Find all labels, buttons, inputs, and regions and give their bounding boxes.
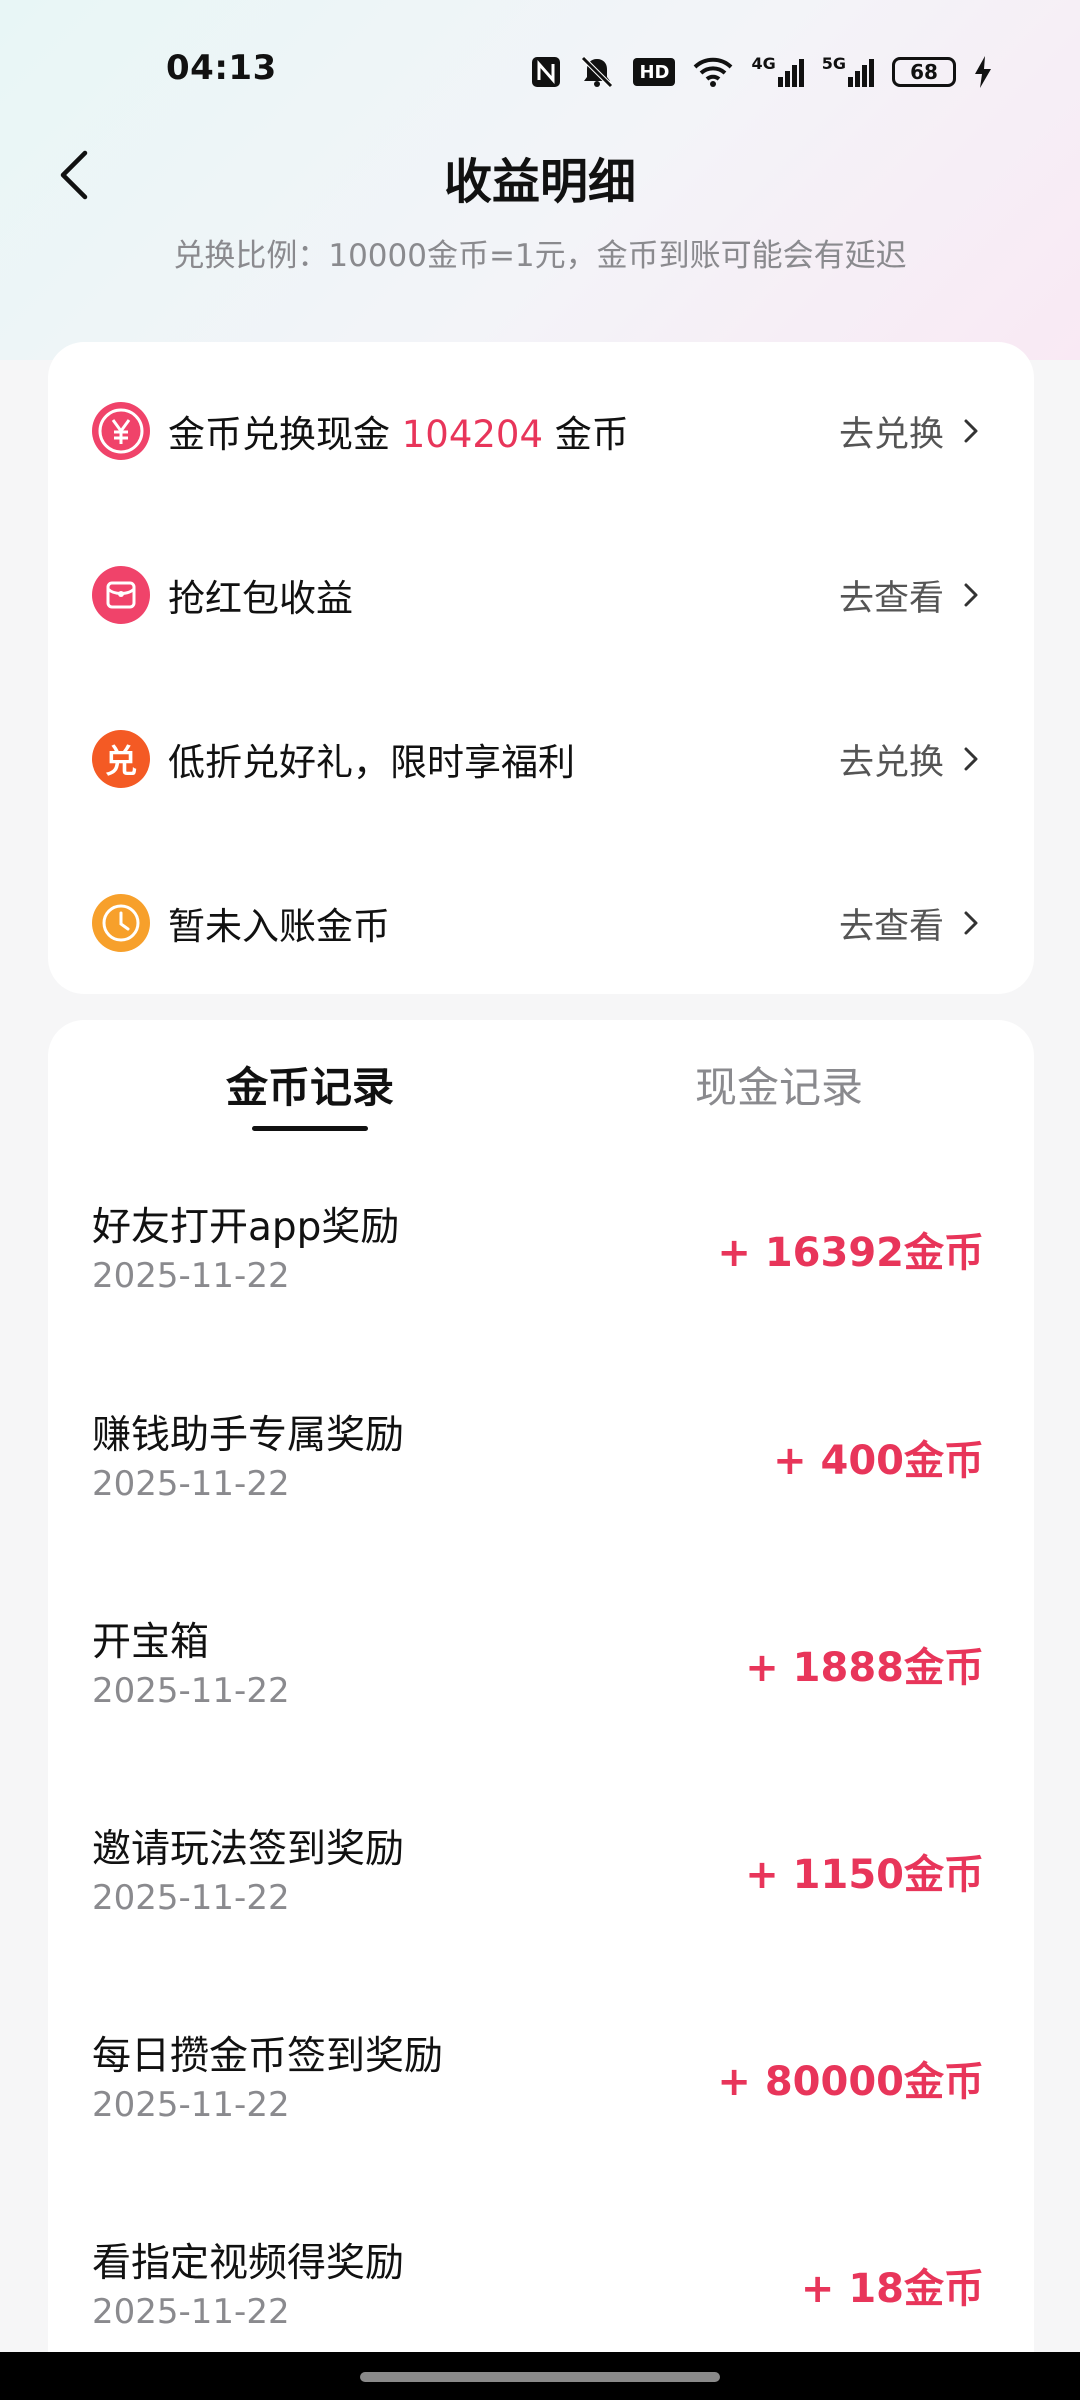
record-amount: + 80000金币 xyxy=(717,2059,984,2105)
page-title: 收益明细 xyxy=(443,154,636,210)
record-date: 2025-11-22 xyxy=(92,1671,290,1711)
page-header: 收益明细 兑换比例：10000金币=1元，金币到账可能会有延迟 xyxy=(0,130,1080,274)
tab-coin-records[interactable]: 金币记录 xyxy=(48,1048,572,1128)
coin-balance: 104204 xyxy=(401,413,544,456)
coin-exchange-suffix: 金币 xyxy=(543,413,629,456)
go-view-pending-link[interactable]: 去查看 xyxy=(839,898,984,949)
clock-icon xyxy=(92,894,150,952)
exchange-rate-note: 兑换比例：10000金币=1元，金币到账可能会有延迟 xyxy=(173,238,907,274)
active-tab-indicator xyxy=(252,1126,368,1131)
menu-label-pending-coins: 暂未入账金币 xyxy=(168,905,390,948)
earnings-menu-card: 金币兑换现金 104204 金币 去兑换 抢红包收益 去查看 兑 低折兑好礼，限… xyxy=(48,342,1034,994)
tab-cash-records[interactable]: 现金记录 xyxy=(572,1048,986,1128)
record-row: 每日攒金币签到奖励 2025-11-22 + 80000金币 xyxy=(48,1991,1034,2199)
coin-exchange-prefix: 金币兑换现金 xyxy=(168,413,402,456)
record-row: 看指定视频得奖励 2025-11-22 + 18金币 xyxy=(48,2198,1034,2360)
nfc-icon xyxy=(531,54,561,90)
record-title: 开宝箱 xyxy=(92,1620,210,1665)
chevron-right-icon xyxy=(964,747,978,771)
battery-indicator: 68 xyxy=(892,54,956,90)
exchange-badge-glyph: 兑 xyxy=(104,742,137,780)
records-card: 金币记录 现金记录 好友打开app奖励 2025-11-22 + 16392金币… xyxy=(48,1020,1034,2360)
record-row: 邀请玩法签到奖励 2025-11-22 + 1150金币 xyxy=(48,1784,1034,1992)
go-view-link[interactable]: 去查看 xyxy=(839,570,984,621)
menu-action-label: 去查看 xyxy=(838,906,944,947)
record-amount: + 16392金币 xyxy=(717,1230,984,1276)
record-amount: + 18金币 xyxy=(800,2266,984,2312)
record-row: 好友打开app奖励 2025-11-22 + 16392金币 xyxy=(48,1162,1034,1370)
go-exchange-link[interactable]: 去兑换 xyxy=(839,406,984,457)
chevron-right-icon xyxy=(964,583,978,607)
signal-5g-icon: 5G xyxy=(822,54,874,90)
exchange-badge-icon: 兑 xyxy=(92,730,150,788)
system-nav-bar xyxy=(0,2352,1080,2400)
menu-action-label: 去兑换 xyxy=(838,742,944,783)
record-date: 2025-11-22 xyxy=(92,1464,290,1504)
record-amount: + 1888金币 xyxy=(745,1645,984,1691)
record-amount: + 1150金币 xyxy=(745,1852,984,1898)
menu-label-discount-gifts: 低折兑好礼，限时享福利 xyxy=(168,741,575,784)
record-row: 赚钱助手专属奖励 2025-11-22 + 400金币 xyxy=(48,1370,1034,1578)
record-title: 看指定视频得奖励 xyxy=(92,2241,405,2286)
record-date: 2025-11-22 xyxy=(92,1256,290,1296)
signal-5g-label: 5G xyxy=(821,54,846,73)
yen-coin-icon xyxy=(92,402,150,460)
record-title: 好友打开app奖励 xyxy=(92,1205,400,1250)
charging-icon xyxy=(974,54,992,90)
go-exchange-gifts-link[interactable]: 去兑换 xyxy=(839,734,984,785)
wifi-icon xyxy=(693,54,733,90)
record-title: 每日攒金币签到奖励 xyxy=(92,2034,444,2079)
record-date: 2025-11-22 xyxy=(92,2292,290,2332)
menu-item-pending-coins[interactable]: 暂未入账金币 去查看 xyxy=(48,848,1034,998)
status-icons: HD 4G 5G 68 xyxy=(531,52,992,92)
hd-voice-icon: HD xyxy=(633,58,676,86)
record-title: 邀请玩法签到奖励 xyxy=(92,1827,405,1872)
signal-4g-icon: 4G xyxy=(751,54,804,90)
record-amount: + 400金币 xyxy=(773,1438,984,1484)
record-row: 开宝箱 2025-11-22 + 1888金币 xyxy=(48,1577,1034,1785)
menu-label-coin-exchange: 金币兑换现金 104204 金币 xyxy=(168,404,629,458)
silent-bell-icon xyxy=(579,54,615,90)
record-date: 2025-11-22 xyxy=(92,1878,290,1918)
record-title: 赚钱助手专属奖励 xyxy=(92,1413,405,1458)
record-date: 2025-11-22 xyxy=(92,2085,290,2125)
battery-level: 68 xyxy=(892,57,956,87)
status-bar: 04:13 HD 4G 5G 68 xyxy=(0,0,1080,140)
red-packet-icon xyxy=(92,566,150,624)
menu-label-red-packet: 抢红包收益 xyxy=(168,577,353,620)
status-time: 04:13 xyxy=(166,48,277,88)
signal-4g-label: 4G xyxy=(751,54,776,73)
menu-item-red-packet[interactable]: 抢红包收益 去查看 xyxy=(48,520,1034,670)
menu-item-coin-exchange[interactable]: 金币兑换现金 104204 金币 去兑换 xyxy=(48,356,1034,506)
chevron-right-icon xyxy=(964,419,978,443)
menu-action-label: 去查看 xyxy=(838,578,944,619)
chevron-right-icon xyxy=(964,911,978,935)
home-indicator[interactable] xyxy=(360,2372,720,2382)
menu-item-discount-gifts[interactable]: 兑 低折兑好礼，限时享福利 去兑换 xyxy=(48,684,1034,834)
menu-action-label: 去兑换 xyxy=(838,414,944,455)
